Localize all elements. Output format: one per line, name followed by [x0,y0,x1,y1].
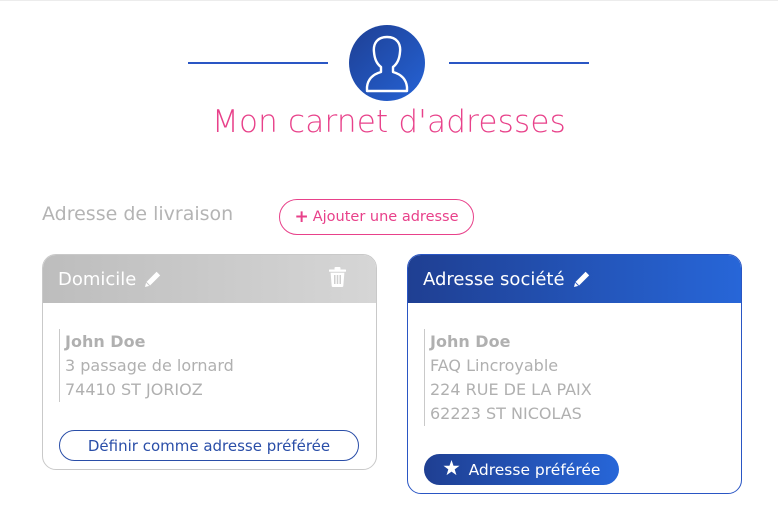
address-line: 62223 ST NICOLAS [430,404,582,423]
top-divider [0,0,778,1]
star-icon [443,459,460,480]
user-avatar-icon [349,25,425,101]
address-line: FAQ Lincroyable [430,356,559,375]
address-recipient-name: John Doe [430,332,511,351]
section-label-delivery: Adresse de livraison [42,203,234,225]
preferred-badge-label: Adresse préférée [468,460,601,479]
plus-icon: + [294,206,309,227]
title-decor-line-right [449,62,589,64]
address-card-company: Adresse société John Doe FAQ Lincroyable… [407,254,742,494]
preferred-address-badge: Adresse préférée [424,454,619,485]
pencil-icon[interactable] [572,269,592,289]
address-details: John Doe FAQ Lincroyable 224 RUE DE LA P… [424,329,592,426]
address-card-header: Domicile [43,255,376,303]
address-details: John Doe 3 passage de lornard 74410 ST J… [59,329,234,402]
address-card-title: Domicile [58,268,137,290]
address-card-home: Domicile John Doe 3 passage de lornard 7… [42,254,377,470]
address-line: 224 RUE DE LA PAIX [430,380,592,399]
add-address-label: Ajouter une adresse [312,209,459,225]
add-address-button[interactable]: + Ajouter une adresse [279,199,474,235]
pencil-icon[interactable] [143,269,163,289]
set-preferred-address-button[interactable]: Définir comme adresse préférée [59,430,359,461]
page-title: Mon carnet d'adresses [212,104,566,140]
address-card-header: Adresse société [408,255,741,303]
address-line: 3 passage de lornard [65,356,234,375]
title-decor-line-left [188,62,328,64]
trash-icon[interactable] [329,267,346,291]
address-card-title: Adresse société [423,268,565,290]
address-line: 74410 ST JORIOZ [65,380,203,399]
address-recipient-name: John Doe [65,332,146,351]
